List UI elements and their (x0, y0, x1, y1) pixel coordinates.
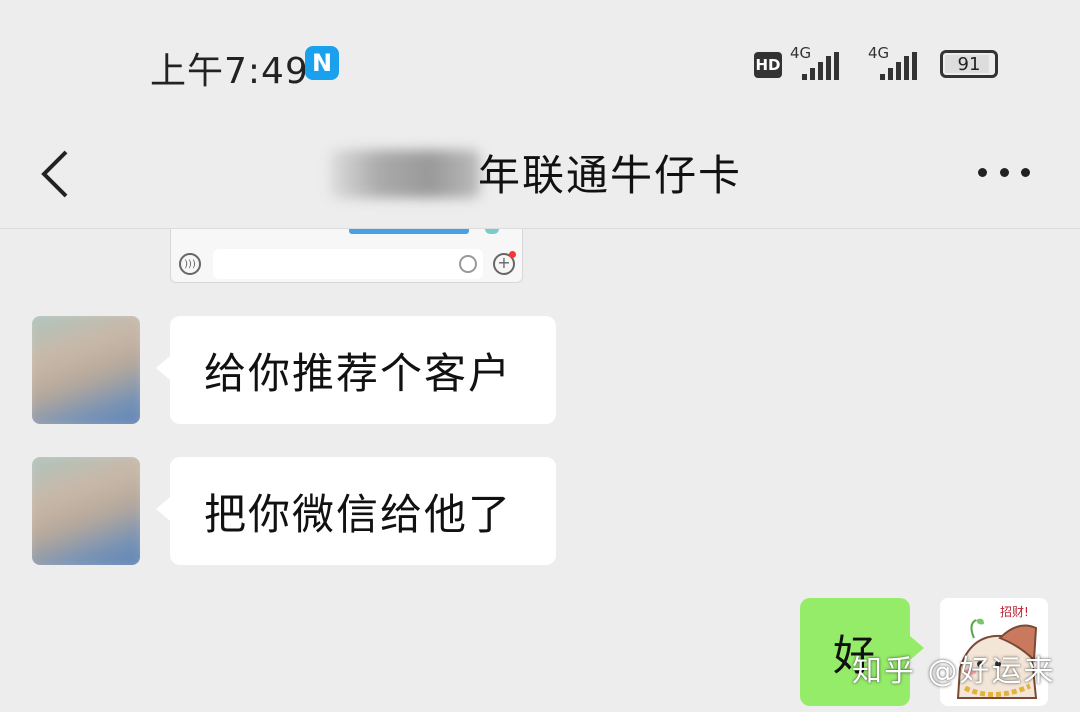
chat-title: 年联通牛仔卡 (478, 151, 743, 200)
battery-cap (940, 50, 998, 78)
more-options-icon[interactable] (978, 160, 1030, 184)
blurred-title-prefix (330, 150, 480, 198)
voice-icon: ))) (179, 253, 201, 275)
status-bar: 上午7:49 N HD 4G 4G 91 (0, 0, 1080, 120)
back-chevron-icon[interactable] (36, 146, 86, 202)
chat-header: 年联通牛仔卡 (0, 120, 1080, 229)
notification-app-icon: N (305, 46, 339, 80)
zhihu-watermark: 知乎 @好运来 (852, 654, 1056, 689)
incoming-message-bubble[interactable]: 把你微信给他了 (156, 457, 556, 565)
hd-voice-icon: HD (754, 52, 782, 78)
notification-dot (509, 251, 516, 258)
signal-strength-icon: 4G (790, 44, 850, 80)
contact-avatar[interactable] (32, 457, 140, 565)
contact-avatar[interactable] (32, 316, 140, 424)
incoming-message-bubble[interactable]: 给你推荐个客户 (156, 316, 556, 424)
status-time: 上午7:49 (150, 51, 309, 92)
image-message-screenshot[interactable]: ))) + (170, 229, 523, 283)
signal-strength-icon-2: 4G (868, 44, 928, 80)
emoji-icon (459, 255, 477, 273)
sticker-text: 招财! (1000, 605, 1029, 619)
input-box-preview (213, 249, 483, 279)
